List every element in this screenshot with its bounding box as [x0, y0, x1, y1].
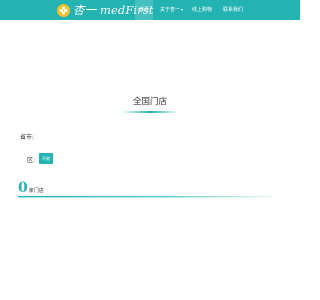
nav-item-home[interactable]: 首頁	[135, 0, 154, 20]
store-count: 0 家门店	[18, 180, 44, 196]
nav-item-shop-online[interactable]: 线上购物	[192, 0, 212, 20]
medfirst-cross-icon	[57, 3, 70, 17]
page-title: 全国门店	[132, 97, 167, 107]
store-count-unit: 家门店	[28, 188, 44, 194]
nav-item-label: 线上购物	[192, 7, 213, 13]
chevron-down-icon: ▾	[181, 7, 184, 12]
nav-item-label: 联系我们	[223, 7, 244, 13]
district-filter-label: 区:	[27, 157, 36, 164]
district-any-button[interactable]: 不限	[39, 153, 53, 164]
store-count-divider	[18, 196, 272, 198]
nav-item-about[interactable]: 关于杏一▾	[160, 0, 183, 20]
nav-item-label: 首頁	[139, 7, 150, 13]
province-filter-label: 省市:	[20, 134, 35, 141]
title-underline	[121, 111, 179, 113]
store-count-number: 0	[18, 180, 28, 196]
nav-item-contact[interactable]: 联系我们	[223, 0, 243, 20]
nav-item-label: 关于杏一	[160, 7, 181, 13]
top-navigation-bar: 杏一 medFirst 首頁 关于杏一▾ 线上购物 联系我们	[0, 0, 300, 20]
